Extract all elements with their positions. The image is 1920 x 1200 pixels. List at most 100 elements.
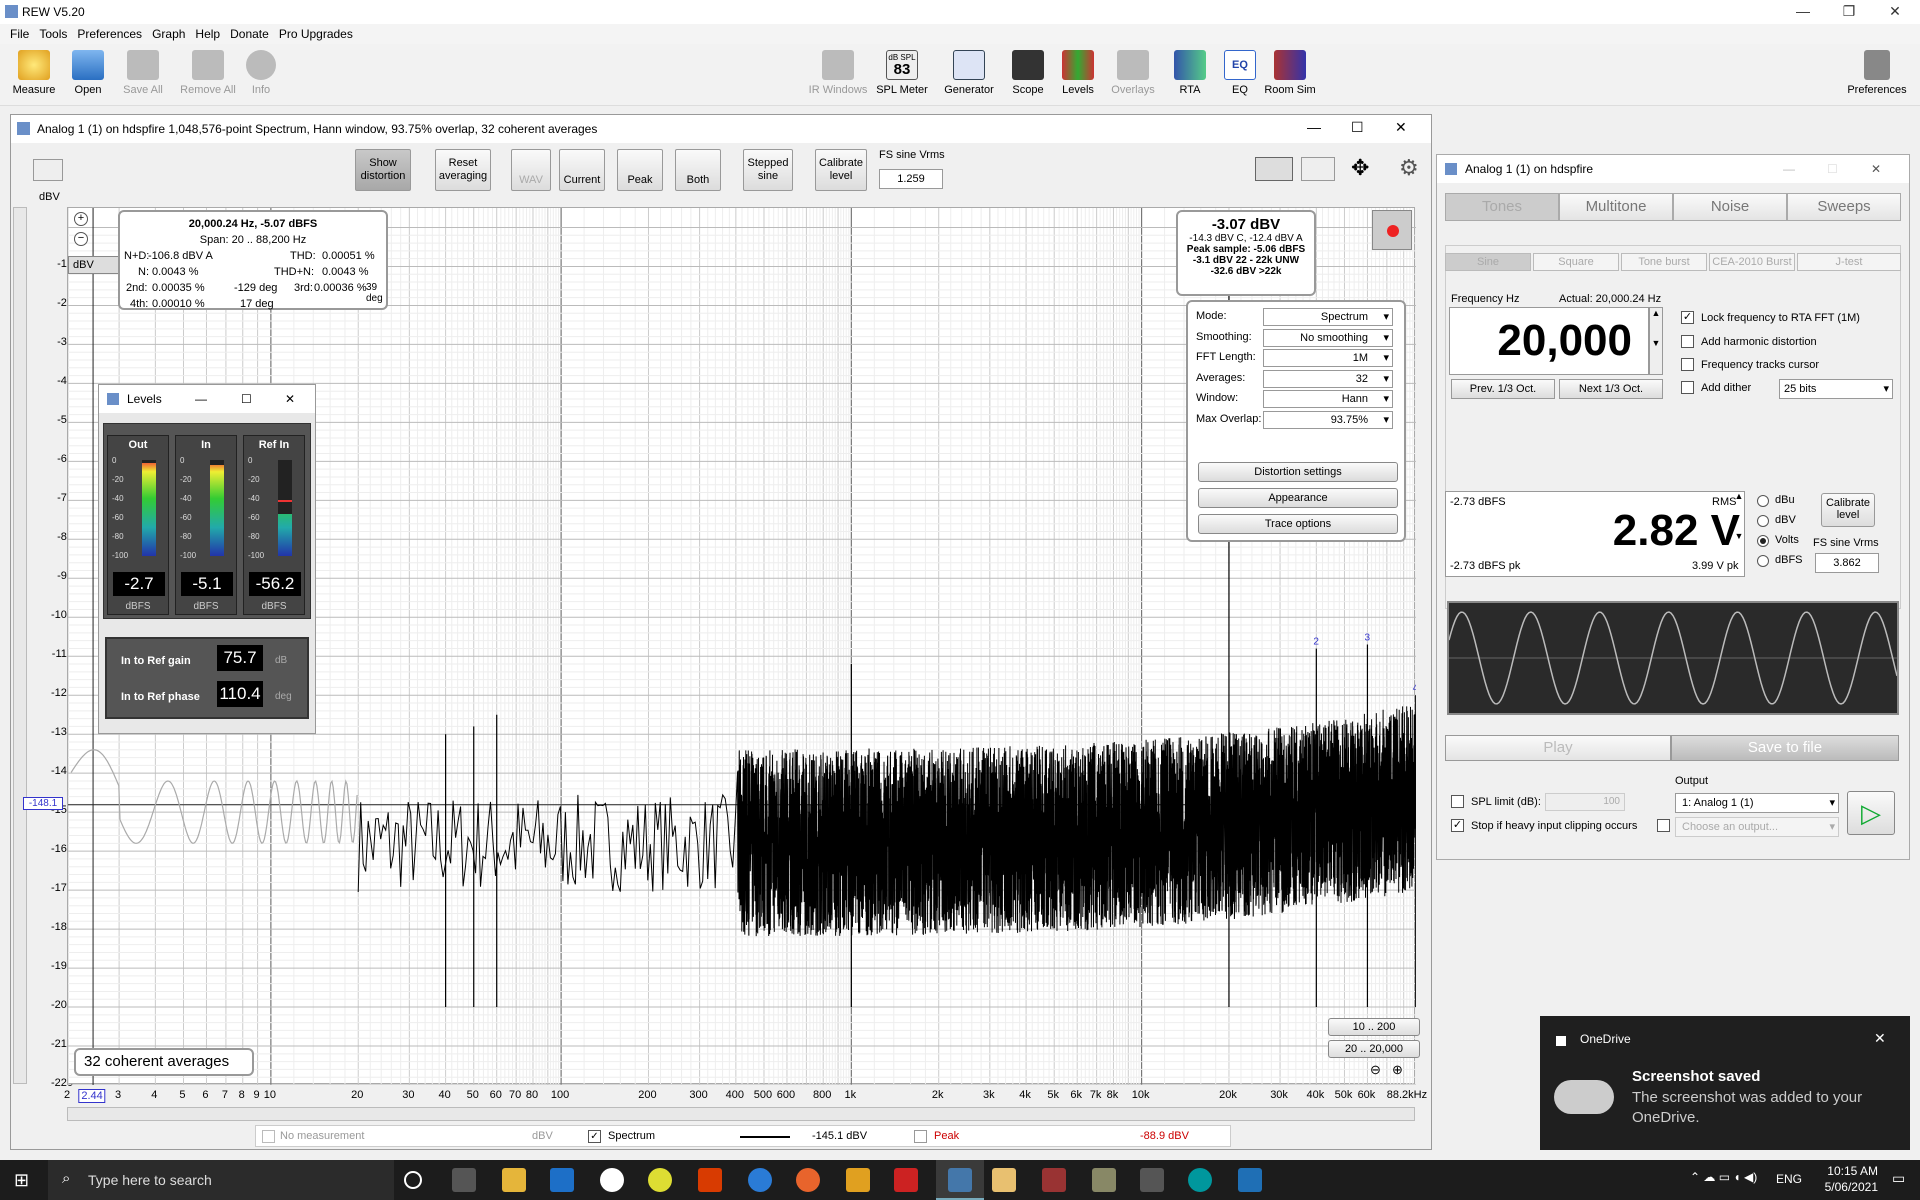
- vlc-icon[interactable]: [846, 1168, 870, 1192]
- onedrive-toast[interactable]: OneDrive ✕ Screenshot saved The screensh…: [1540, 1016, 1910, 1150]
- menu-preferences[interactable]: Preferences: [77, 27, 142, 41]
- clock-time[interactable]: 10:15 AM: [1808, 1164, 1878, 1178]
- distortion-settings-button[interactable]: Distortion settings: [1198, 462, 1398, 482]
- subtab-square[interactable]: Square: [1533, 253, 1619, 271]
- close-icon[interactable]: ✕: [1874, 1030, 1886, 1047]
- tray-icons[interactable]: ⌃ ☁ ▭ ◖ ◀): [1690, 1170, 1757, 1184]
- stop-clipping-checkbox[interactable]: ✓: [1451, 819, 1464, 832]
- maximize-icon[interactable]: ☐: [1351, 119, 1364, 136]
- photos-icon[interactable]: [1238, 1168, 1262, 1192]
- language-indicator[interactable]: ENG: [1776, 1172, 1802, 1186]
- calibrate-level-button[interactable]: Calibrate level: [815, 149, 867, 191]
- output-level-display[interactable]: -2.73 dBFS RMS 2.82 V -2.73 dBFS pk 3.99…: [1445, 491, 1745, 577]
- save-all-button[interactable]: Save All: [113, 44, 173, 96]
- overlays-button[interactable]: Overlays: [1103, 44, 1163, 96]
- unit-radio-dbv[interactable]: [1757, 515, 1769, 527]
- open-button[interactable]: Open: [58, 44, 118, 96]
- close-icon[interactable]: ✕: [1871, 155, 1881, 183]
- close-icon[interactable]: ✕: [1395, 119, 1407, 136]
- unit-radio-volts[interactable]: [1757, 535, 1769, 547]
- play-icon[interactable]: ▷: [1847, 791, 1895, 835]
- play-button[interactable]: Play: [1445, 735, 1671, 761]
- ccleaner-icon[interactable]: [894, 1168, 918, 1192]
- control-select-4[interactable]: Hann: [1263, 390, 1393, 408]
- menu-donate[interactable]: Donate: [230, 27, 269, 41]
- frequency-input[interactable]: 20,000: [1449, 307, 1649, 375]
- taskbar-search[interactable]: ⌕ Type here to search: [48, 1160, 394, 1200]
- spl-limit-checkbox[interactable]: [1451, 795, 1464, 808]
- current-button[interactable]: Current: [559, 149, 605, 191]
- wav-button[interactable]: WAV: [511, 149, 551, 191]
- menu-pro-upgrades[interactable]: Pro Upgrades: [279, 27, 353, 41]
- notifications-icon[interactable]: ▭: [1892, 1170, 1905, 1187]
- globe-app-icon[interactable]: [748, 1168, 772, 1192]
- unit-radio-dbfs[interactable]: [1757, 555, 1769, 567]
- menu-tools[interactable]: Tools: [39, 27, 67, 41]
- peak-button[interactable]: Peak: [617, 149, 663, 191]
- range-10-200-button[interactable]: 10 .. 200: [1328, 1018, 1420, 1036]
- chrome-icon[interactable]: [648, 1168, 672, 1192]
- generator-button[interactable]: Generator: [939, 44, 999, 96]
- fs-sine-input[interactable]: 1.259: [879, 169, 943, 189]
- subtab-j-test[interactable]: J-test: [1797, 253, 1901, 271]
- control-select-5[interactable]: 93.75%: [1263, 410, 1393, 429]
- zoom-in-icon[interactable]: ⊕: [1392, 1062, 1403, 1078]
- output-select[interactable]: 1: Analog 1 (1) ▾: [1675, 793, 1839, 813]
- mail-icon[interactable]: [550, 1168, 574, 1192]
- maximize-icon[interactable]: ☐: [241, 385, 252, 413]
- show-distortion-button[interactable]: Show distortion: [355, 149, 411, 191]
- task-view-icon[interactable]: [452, 1168, 476, 1192]
- calibrate-level-button[interactable]: Calibrate level: [1821, 493, 1875, 527]
- control-select-3[interactable]: 32: [1263, 369, 1393, 388]
- preferences-button[interactable]: Preferences: [1844, 44, 1910, 96]
- close-icon[interactable]: ✕: [285, 385, 295, 413]
- file-explorer-icon[interactable]: [502, 1168, 526, 1192]
- trace-options-button[interactable]: Trace options: [1198, 514, 1398, 534]
- windows-start-icon[interactable]: ⊞: [14, 1170, 29, 1191]
- add-dither-checkbox[interactable]: [1681, 381, 1694, 394]
- tab-tones[interactable]: Tones: [1445, 193, 1559, 221]
- rew-taskbar-button[interactable]: [936, 1160, 984, 1200]
- zoom-app-icon[interactable]: [600, 1168, 624, 1192]
- appearance-button[interactable]: Appearance: [1198, 488, 1398, 508]
- frequency-stepper[interactable]: ▲ ▼: [1649, 307, 1663, 375]
- range-20-20000-button[interactable]: 20 .. 20,000: [1328, 1040, 1420, 1058]
- info-button[interactable]: Info: [231, 44, 291, 96]
- restore-icon[interactable]: ❐: [1826, 0, 1872, 24]
- zoom-out-icon[interactable]: ⊖: [1370, 1062, 1381, 1078]
- maximize-icon[interactable]: ☐: [1827, 155, 1838, 183]
- zoom-in-icon[interactable]: +: [74, 212, 88, 226]
- firefox-icon[interactable]: [796, 1168, 820, 1192]
- office-icon[interactable]: [698, 1168, 722, 1192]
- control-select-0[interactable]: Spectrum: [1263, 308, 1393, 326]
- menu-help[interactable]: Help: [195, 27, 220, 41]
- room-sim-button[interactable]: Room Sim: [1260, 44, 1320, 96]
- tab-multitone[interactable]: Multitone: [1559, 193, 1673, 221]
- save-to-file-button[interactable]: Save to file: [1671, 735, 1899, 761]
- next-octave-button[interactable]: Next 1/3 Oct.: [1559, 379, 1663, 399]
- close-icon[interactable]: ✕: [1872, 0, 1918, 24]
- arduino-icon[interactable]: [1188, 1168, 1212, 1192]
- prev-octave-button[interactable]: Prev. 1/3 Oct.: [1451, 379, 1555, 399]
- audio-tool-icon[interactable]: [1140, 1168, 1164, 1192]
- minimize-icon[interactable]: —: [1307, 119, 1321, 135]
- stepped-sine-button[interactable]: Stepped sine: [743, 149, 793, 191]
- reset-averaging-button[interactable]: Reset averaging: [435, 149, 491, 191]
- tab-noise[interactable]: Noise: [1673, 193, 1787, 221]
- unit-radio-dbu[interactable]: [1757, 495, 1769, 507]
- menu-file[interactable]: File: [10, 27, 29, 41]
- level-stepper[interactable]: ▲ ▼: [1733, 491, 1745, 577]
- record-button[interactable]: [1372, 210, 1412, 250]
- subtab-cea-burst[interactable]: CEA-2010 Burst: [1709, 253, 1795, 271]
- peak-checkbox[interactable]: [914, 1130, 927, 1143]
- audio-app-icon[interactable]: [1042, 1168, 1066, 1192]
- graph-layout-icon[interactable]: [1255, 157, 1293, 181]
- menu-graph[interactable]: Graph: [152, 27, 185, 41]
- fs-sine-input[interactable]: 3.862: [1815, 553, 1879, 573]
- camera-icon[interactable]: [33, 159, 63, 181]
- second-output-select[interactable]: Choose an output... ▾: [1675, 817, 1839, 837]
- lock-frequency-checkbox[interactable]: ✓: [1681, 311, 1694, 324]
- no-measurement-checkbox[interactable]: [262, 1130, 275, 1143]
- control-select-2[interactable]: 1M: [1263, 349, 1393, 367]
- subtab-sine[interactable]: Sine: [1445, 253, 1531, 271]
